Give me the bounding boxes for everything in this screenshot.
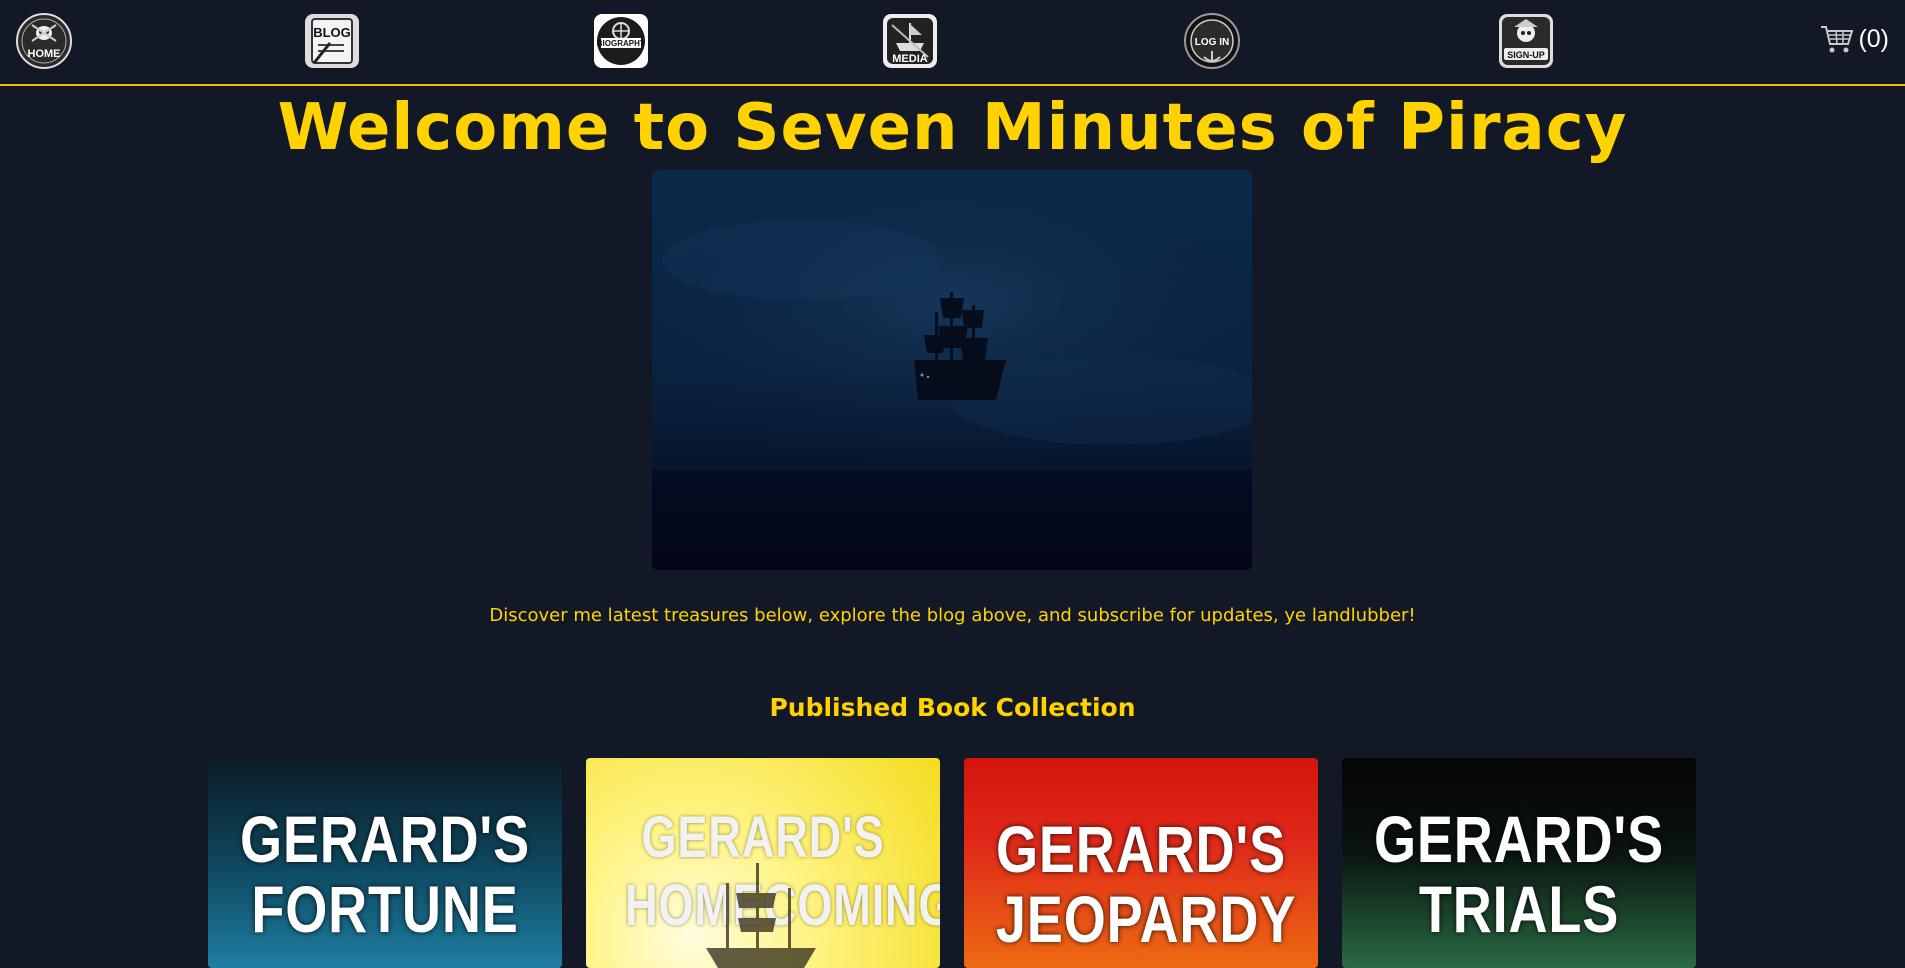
book-card-homecoming[interactable]: GERARD'S HOMECOMING xyxy=(586,758,940,968)
nav-media-label: MEDIA xyxy=(892,53,928,65)
ship-wheel-icon: BIOGRAPHY xyxy=(594,14,648,68)
book-title: GERARD'S TRIALS xyxy=(1373,802,1665,946)
cart-count: (0) xyxy=(1858,24,1889,53)
nav-media-button[interactable]: MEDIA xyxy=(882,13,938,69)
page-title: Welcome to Seven Minutes of Piracy xyxy=(277,91,1628,165)
anchor-badge-icon: LOG IN xyxy=(1184,13,1240,69)
nav-biography-button[interactable]: BIOGRAPHY xyxy=(593,13,649,69)
hero-image xyxy=(652,170,1252,570)
nav-home-label: HOME xyxy=(28,48,61,60)
nav-login-button[interactable]: LOG IN xyxy=(1184,13,1240,69)
book-title: GERARD'S JEOPARDY xyxy=(995,812,1297,956)
nav-blog-button[interactable]: BLOG xyxy=(304,13,360,69)
nav-login-label: LOG IN xyxy=(1195,37,1229,48)
scroll-quill-icon: BLOG xyxy=(305,14,359,68)
nav-signup-button[interactable]: SIGN-UP xyxy=(1498,13,1554,69)
welcome-tagline: Discover me latest treasures below, expl… xyxy=(489,605,1416,626)
nav-signup-label: SIGN-UP xyxy=(1507,50,1545,60)
top-navigation: HOME BLOG BIOGRAPHY MEDIA LOG IN SIGN-UP… xyxy=(0,0,1905,86)
book-card-fortune[interactable]: GERARD'S FORTUNE xyxy=(208,758,562,968)
book-title: GERARD'S FORTUNE xyxy=(239,802,531,946)
ship-sword-icon: MEDIA xyxy=(883,14,937,68)
nav-biography-label: BIOGRAPHY xyxy=(597,39,646,48)
ship-icon xyxy=(706,863,816,968)
cart-button[interactable]: (0) xyxy=(1820,22,1889,56)
nav-blog-label: BLOG xyxy=(313,25,351,40)
book-card-jeopardy[interactable]: GERARD'S JEOPARDY xyxy=(964,758,1318,968)
section-title: Published Book Collection xyxy=(769,693,1136,722)
cart-icon xyxy=(1821,26,1854,53)
pirate-badge-icon: SIGN-UP xyxy=(1499,14,1553,68)
ghost-ship-image xyxy=(652,170,1252,570)
skull-crossbones-icon: HOME xyxy=(16,13,72,69)
book-card-trials[interactable]: GERARD'S TRIALS xyxy=(1342,758,1696,968)
nav-home-button[interactable]: HOME xyxy=(16,13,72,69)
